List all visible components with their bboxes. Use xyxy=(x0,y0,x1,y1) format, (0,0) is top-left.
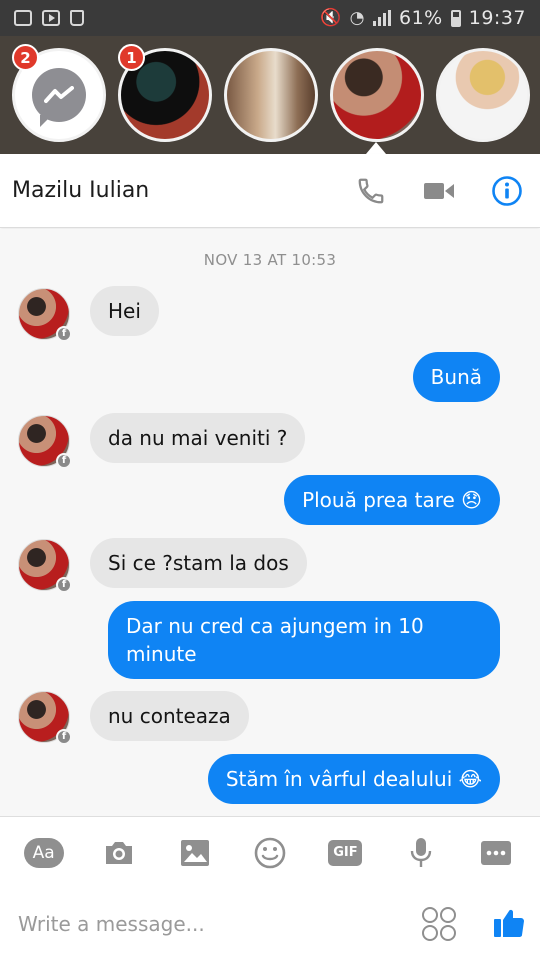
outgoing-message[interactable]: Bună xyxy=(412,352,500,402)
like-button[interactable] xyxy=(492,905,526,943)
incoming-message[interactable]: da nu mai veniti ? xyxy=(90,413,306,463)
gif-button[interactable]: GIF xyxy=(322,830,368,876)
recycle-icon xyxy=(70,10,84,26)
message-input[interactable] xyxy=(18,912,422,936)
facebook-icon: f xyxy=(56,453,72,469)
chat-head-contact-2[interactable] xyxy=(224,48,318,142)
chat-head-contact-4[interactable] xyxy=(436,48,530,142)
youtube-icon xyxy=(42,10,60,26)
outgoing-message[interactable]: Stăm în vârful dealului 😂 xyxy=(207,754,500,804)
status-bar: 🔇 ◔ 61% 19:37 xyxy=(0,0,540,36)
status-notification-icons xyxy=(14,10,84,26)
gif-icon: GIF xyxy=(328,839,363,866)
gallery-icon xyxy=(14,10,32,26)
contact-avatar[interactable]: f xyxy=(18,539,72,593)
message-list[interactable]: NOV 13 AT 10:53 f Hei Bună f da nu mai v… xyxy=(0,229,540,816)
more-button[interactable] xyxy=(473,830,519,876)
unread-badge: 1 xyxy=(118,44,145,71)
emoji-button[interactable] xyxy=(247,830,293,876)
text-style-button[interactable]: Aa xyxy=(21,830,67,876)
conversation-timestamp: NOV 13 AT 10:53 xyxy=(203,251,337,269)
camera-button[interactable] xyxy=(96,830,142,876)
camera-icon xyxy=(106,841,133,864)
microphone-icon xyxy=(410,837,432,867)
voice-button[interactable] xyxy=(398,830,444,876)
mute-icon: 🔇 xyxy=(319,8,342,28)
incoming-message[interactable]: nu conteaza xyxy=(90,691,249,741)
conversation-header: Mazilu Iulian xyxy=(0,154,540,228)
phone-icon[interactable] xyxy=(354,174,388,208)
messenger-icon xyxy=(32,68,86,127)
active-head-pointer xyxy=(366,142,386,154)
clock: 19:37 xyxy=(468,7,526,29)
facebook-icon: f xyxy=(56,326,72,342)
outgoing-message[interactable]: Plouă prea tare 😞 xyxy=(284,475,500,525)
incoming-message[interactable]: Si ce ?stam la dos xyxy=(90,538,307,588)
gallery-button[interactable] xyxy=(172,830,218,876)
conversation-title[interactable]: Mazilu Iulian xyxy=(12,178,149,203)
contact-avatar[interactable]: f xyxy=(18,691,72,745)
incoming-message[interactable]: Hei xyxy=(90,286,159,336)
unread-badge: 2 xyxy=(12,44,39,71)
video-camera-icon[interactable] xyxy=(422,174,456,208)
contact-avatar[interactable]: f xyxy=(18,288,72,342)
facebook-icon: f xyxy=(56,577,72,593)
info-icon[interactable] xyxy=(490,174,524,208)
signal-icon xyxy=(373,10,391,26)
facebook-icon: f xyxy=(56,729,72,745)
thumbs-up-icon xyxy=(494,909,524,937)
status-system-icons: 🔇 ◔ 61% 19:37 xyxy=(320,7,526,29)
contact-avatar[interactable]: f xyxy=(18,415,72,469)
chat-head-contact-3[interactable] xyxy=(330,48,424,142)
battery-percent: 61% xyxy=(399,7,443,29)
composer-input-row xyxy=(0,888,540,960)
stickers-icon[interactable] xyxy=(422,907,456,941)
image-icon xyxy=(180,839,209,866)
chat-heads-bar: 2 1 xyxy=(0,36,540,154)
outgoing-message[interactable]: Dar nu cred ca ajungem in 10 minute xyxy=(108,601,500,679)
smiley-icon xyxy=(254,837,286,868)
more-icon xyxy=(481,840,512,865)
text-style-icon: Aa xyxy=(23,837,64,868)
composer-toolbar: Aa GIF xyxy=(0,816,540,888)
wifi-icon: ◔ xyxy=(349,8,365,28)
battery-icon xyxy=(450,9,461,27)
